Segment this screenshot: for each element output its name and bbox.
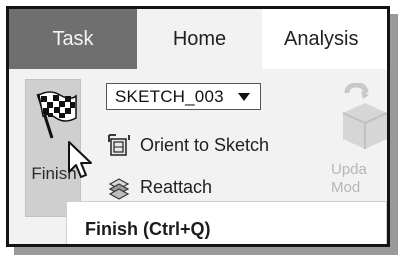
ribbon-panel: Finish SKETCH_003 Orient to Sketch Reatt… xyxy=(9,69,387,244)
screenshot-frame: Task Home Analysis Finish SKETCH_003 Ori… xyxy=(6,6,390,247)
sketch-selector-value: SKETCH_003 xyxy=(115,86,224,106)
reattach-icon xyxy=(108,178,130,200)
finish-tooltip: Finish (Ctrl+Q) xyxy=(66,201,387,244)
update-model-label[interactable]: Upda Mod xyxy=(331,161,367,197)
orient-to-sketch-icon xyxy=(108,134,130,156)
mouse-pointer-icon xyxy=(68,141,92,178)
update-label-line2: Mod xyxy=(331,179,361,196)
sketch-selector-dropdown[interactable]: SKETCH_003 xyxy=(106,83,261,110)
update-label-line1: Upda xyxy=(331,161,367,178)
reattach-label: Reattach xyxy=(140,176,213,197)
tab-analysis[interactable]: Analysis xyxy=(262,9,387,69)
checkered-flag-icon xyxy=(36,91,77,139)
ribbon-tab-bar: Task Home Analysis xyxy=(9,9,387,69)
tooltip-text: Finish (Ctrl+Q) xyxy=(85,218,211,239)
reattach-button[interactable]: Reattach xyxy=(106,172,212,202)
orient-to-sketch-button[interactable]: Orient to Sketch xyxy=(106,130,269,160)
dropdown-arrow-icon xyxy=(238,93,250,101)
update-model-icon xyxy=(342,83,387,149)
tab-home[interactable]: Home xyxy=(137,9,262,69)
tab-task[interactable]: Task xyxy=(9,9,137,69)
orient-to-sketch-label: Orient to Sketch xyxy=(140,134,270,155)
